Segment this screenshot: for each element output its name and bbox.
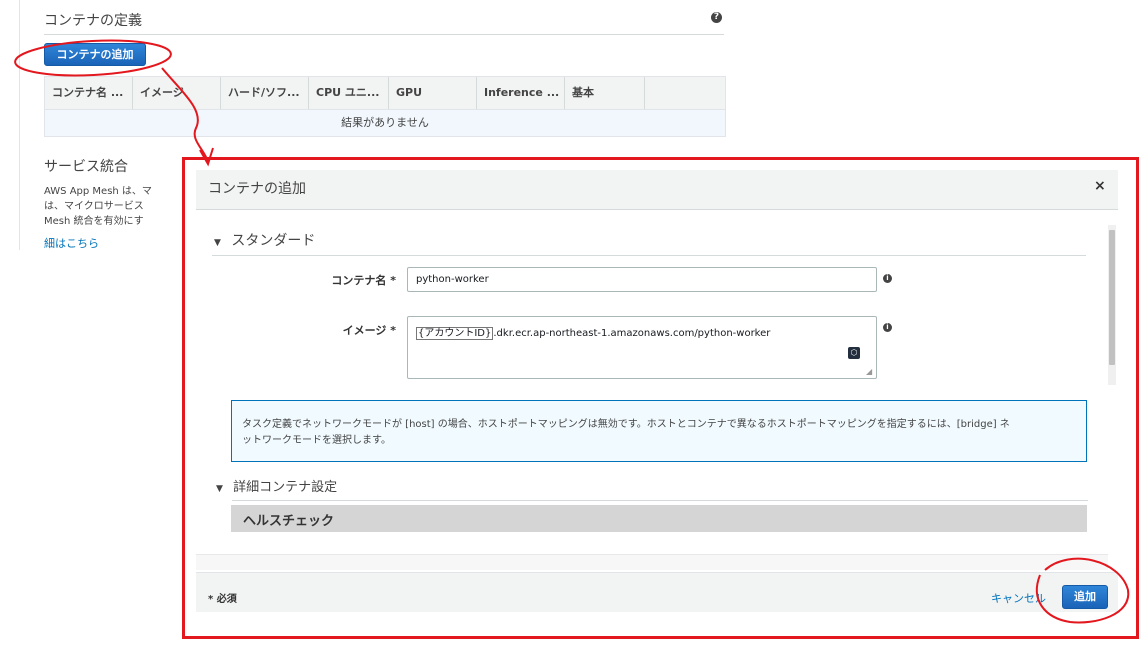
- annotation-circle-add: [1035, 557, 1130, 624]
- annotation-circle: [14, 39, 172, 77]
- annotation-arrow: [161, 67, 209, 163]
- annotation-overlay: [14, 39, 1130, 624]
